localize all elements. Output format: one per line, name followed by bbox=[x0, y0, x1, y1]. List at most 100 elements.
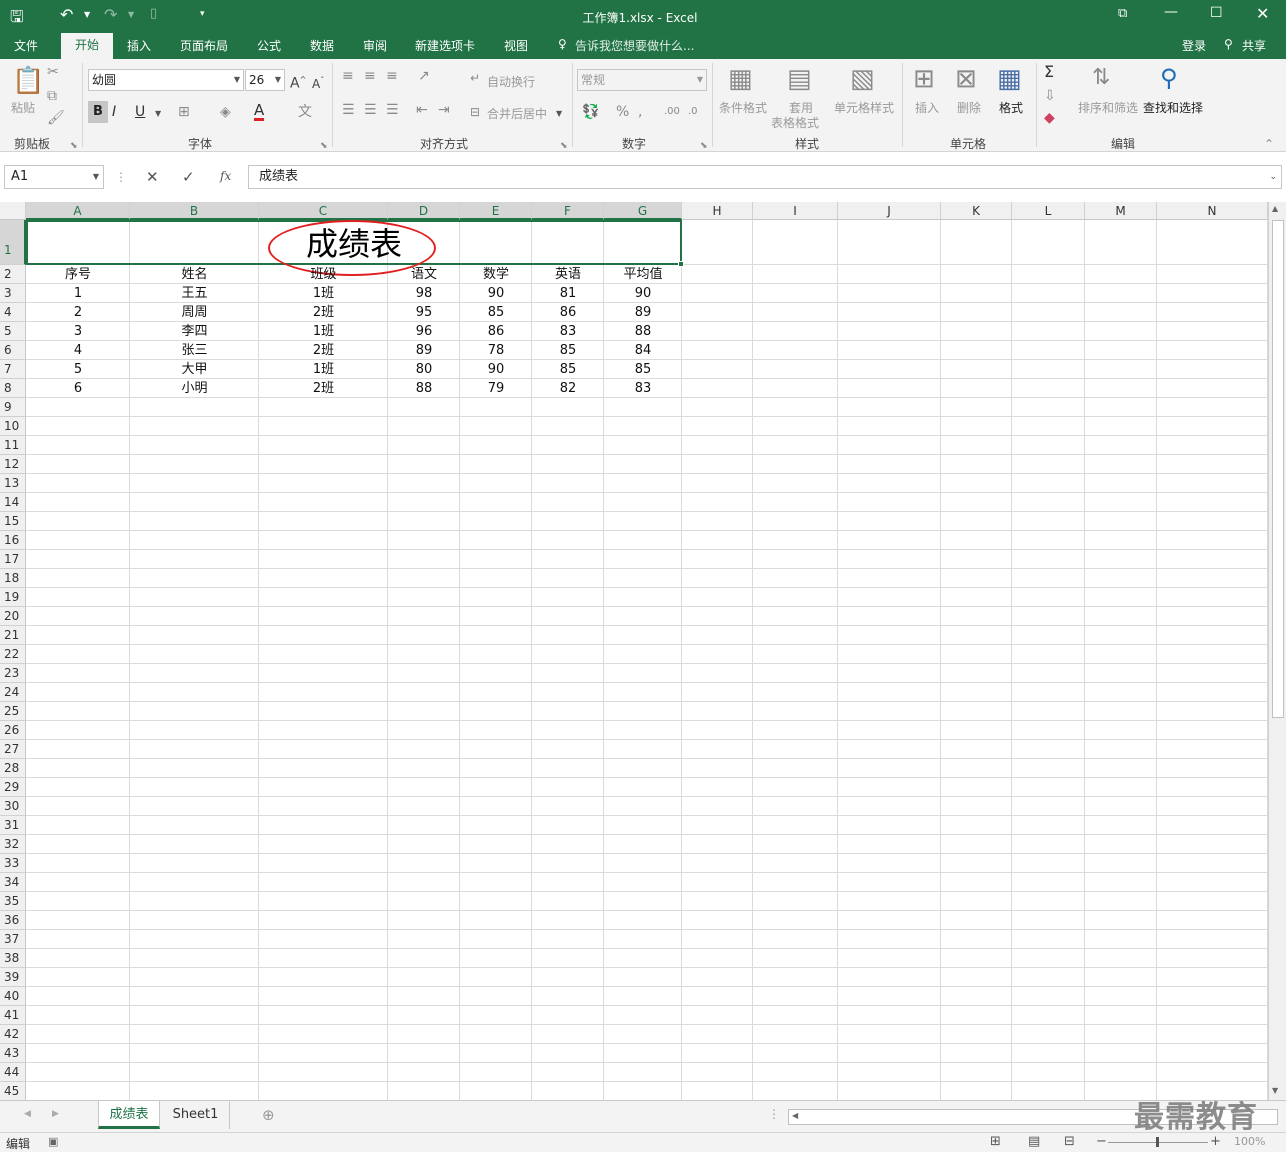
fill-icon[interactable]: ⇩ bbox=[1044, 89, 1056, 103]
row-header-29[interactable]: 29 bbox=[0, 778, 26, 797]
format-painter-icon[interactable]: 🖌 bbox=[47, 111, 65, 125]
data-cell[interactable]: 85 bbox=[532, 341, 604, 360]
data-cell[interactable]: 2班 bbox=[259, 341, 388, 360]
shrink-font-icon[interactable]: Aˇ bbox=[312, 74, 324, 91]
decrease-indent-icon[interactable]: ⇤ bbox=[416, 103, 428, 117]
align-center-icon[interactable]: ☰ bbox=[364, 103, 377, 117]
data-cell[interactable]: 85 bbox=[460, 303, 532, 322]
column-header-e[interactable]: E bbox=[460, 202, 532, 220]
cell-styles-icon[interactable]: ▧ bbox=[850, 65, 875, 93]
insert-cells-icon[interactable]: ⊞ bbox=[913, 65, 935, 93]
save-icon[interactable]: 🖫 bbox=[10, 6, 24, 33]
row-header-30[interactable]: 30 bbox=[0, 797, 26, 816]
copy-icon[interactable]: ⧉ bbox=[47, 89, 57, 103]
data-cell[interactable]: 83 bbox=[604, 379, 682, 398]
new-doc-icon[interactable]: ▯ bbox=[150, 6, 157, 21]
redo-dropdown-icon[interactable]: ▼ bbox=[128, 10, 134, 19]
login-link[interactable]: 登录 bbox=[1182, 37, 1206, 54]
align-right-icon[interactable]: ☰ bbox=[386, 103, 399, 117]
wrap-text-icon[interactable]: ↵ bbox=[470, 71, 480, 85]
border-icon[interactable]: ⊞ bbox=[178, 105, 190, 119]
column-header-g[interactable]: G bbox=[604, 202, 682, 220]
header-cell[interactable]: 姓名 bbox=[130, 265, 259, 284]
align-middle-icon[interactable]: ≡ bbox=[364, 69, 376, 83]
delete-cells-button[interactable]: 删除 bbox=[957, 99, 981, 116]
row-header-19[interactable]: 19 bbox=[0, 588, 26, 607]
macro-record-icon[interactable]: ▣ bbox=[48, 1135, 58, 1148]
data-cell[interactable]: 96 bbox=[388, 322, 460, 341]
data-cell[interactable]: 2 bbox=[26, 303, 130, 322]
row-header-42[interactable]: 42 bbox=[0, 1025, 26, 1044]
currency-icon[interactable]: 💱 bbox=[582, 105, 599, 119]
formula-input[interactable]: 成绩表 ⌄ bbox=[248, 165, 1282, 189]
row-header-5[interactable]: 5 bbox=[0, 322, 26, 341]
data-cell[interactable]: 张三 bbox=[130, 341, 259, 360]
data-cell[interactable]: 5 bbox=[26, 360, 130, 379]
data-cell[interactable]: 95 bbox=[388, 303, 460, 322]
header-cell[interactable]: 数学 bbox=[460, 265, 532, 284]
find-select-button[interactable]: 查找和选择 bbox=[1143, 99, 1203, 116]
row-header-43[interactable]: 43 bbox=[0, 1044, 26, 1063]
data-cell[interactable]: 80 bbox=[388, 360, 460, 379]
row-header-21[interactable]: 21 bbox=[0, 626, 26, 645]
undo-dropdown-icon[interactable]: ▼ bbox=[84, 10, 90, 19]
tab-home[interactable]: 开始 bbox=[61, 33, 113, 59]
column-header-b[interactable]: B bbox=[130, 202, 259, 220]
clipboard-launcher-icon[interactable]: ⬊ bbox=[70, 139, 78, 153]
row-header-22[interactable]: 22 bbox=[0, 645, 26, 664]
tab-layout[interactable]: 页面布局 bbox=[180, 37, 228, 54]
row-header-36[interactable]: 36 bbox=[0, 911, 26, 930]
row-header-26[interactable]: 26 bbox=[0, 721, 26, 740]
prev-sheet-icon[interactable]: ◀ bbox=[24, 1109, 31, 1119]
row-header-23[interactable]: 23 bbox=[0, 664, 26, 683]
underline-dropdown-icon[interactable]: ▼ bbox=[155, 107, 161, 121]
row-header-2[interactable]: 2 bbox=[0, 265, 26, 284]
align-bottom-icon[interactable]: ≡ bbox=[386, 69, 398, 83]
row-header-38[interactable]: 38 bbox=[0, 949, 26, 968]
row-header-37[interactable]: 37 bbox=[0, 930, 26, 949]
italic-button[interactable]: I bbox=[112, 105, 116, 119]
insert-cells-button[interactable]: 插入 bbox=[915, 99, 939, 116]
increase-indent-icon[interactable]: ⇥ bbox=[438, 103, 450, 117]
cut-icon[interactable]: ✂ bbox=[47, 65, 59, 79]
row-header-14[interactable]: 14 bbox=[0, 493, 26, 512]
header-cell[interactable]: 平均值 bbox=[604, 265, 682, 284]
data-cell[interactable]: 王五 bbox=[130, 284, 259, 303]
autosum-icon[interactable]: Σ bbox=[1044, 64, 1054, 80]
data-cell[interactable]: 2班 bbox=[259, 379, 388, 398]
row-header-3[interactable]: 3 bbox=[0, 284, 26, 303]
collapse-ribbon-icon[interactable]: ⌃ bbox=[1264, 137, 1274, 151]
page-break-view-icon[interactable]: ⊟ bbox=[1064, 1134, 1075, 1149]
delete-cells-icon[interactable]: ⊠ bbox=[955, 65, 977, 93]
cancel-icon[interactable]: ✕ bbox=[146, 168, 159, 186]
redo-icon[interactable]: ↷ bbox=[104, 5, 117, 24]
conditional-format-icon[interactable]: ▦ bbox=[728, 65, 753, 93]
decrease-decimal-icon[interactable]: .0 bbox=[688, 105, 698, 119]
ribbon-display-icon[interactable]: ⧉ bbox=[1118, 6, 1127, 21]
row-header-15[interactable]: 15 bbox=[0, 512, 26, 531]
column-header-a[interactable]: A bbox=[26, 202, 130, 220]
data-cell[interactable]: 84 bbox=[604, 341, 682, 360]
row-header-31[interactable]: 31 bbox=[0, 816, 26, 835]
zoom-in-icon[interactable]: + bbox=[1210, 1134, 1221, 1149]
data-cell[interactable]: 4 bbox=[26, 341, 130, 360]
data-cell[interactable]: 90 bbox=[604, 284, 682, 303]
data-cell[interactable]: 86 bbox=[460, 322, 532, 341]
tell-me-input[interactable]: 告诉我您想要做什么... bbox=[575, 37, 694, 54]
fill-color-icon[interactable]: ◈ bbox=[220, 105, 231, 119]
merge-center-button[interactable]: 合并后居中 bbox=[487, 105, 547, 122]
clear-icon[interactable]: ◆ bbox=[1044, 111, 1055, 125]
bold-button[interactable]: B bbox=[88, 101, 108, 123]
data-cell[interactable]: 小明 bbox=[130, 379, 259, 398]
data-cell[interactable]: 1 bbox=[26, 284, 130, 303]
row-header-7[interactable]: 7 bbox=[0, 360, 26, 379]
font-color-icon[interactable]: A bbox=[254, 103, 265, 121]
row-header-40[interactable]: 40 bbox=[0, 987, 26, 1006]
add-sheet-icon[interactable]: ⊕ bbox=[262, 1106, 275, 1124]
data-cell[interactable]: 3 bbox=[26, 322, 130, 341]
data-cell[interactable]: 90 bbox=[460, 360, 532, 379]
zoom-out-icon[interactable]: − bbox=[1096, 1134, 1107, 1149]
scroll-left-icon[interactable]: ◀ bbox=[792, 1111, 798, 1120]
select-all-corner[interactable] bbox=[0, 202, 26, 220]
page-layout-view-icon[interactable]: ▤ bbox=[1028, 1134, 1040, 1149]
